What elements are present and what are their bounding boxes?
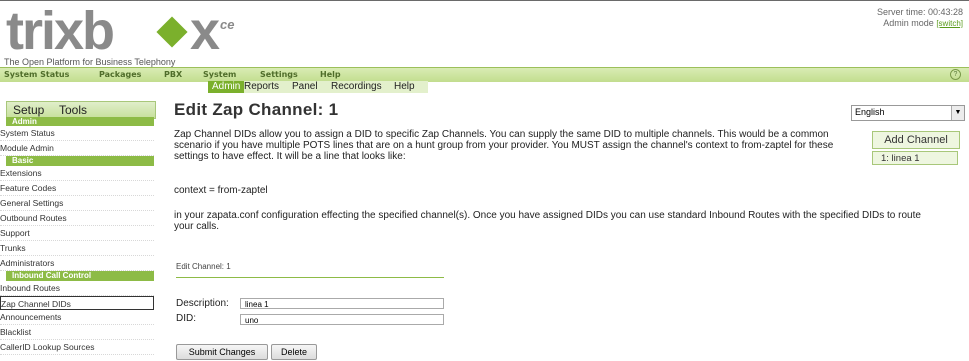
delete-button[interactable]: Delete [271, 344, 317, 360]
description-input[interactable]: linea 1 [240, 298, 444, 309]
top-nav: System Status Packages PBX System Settin… [0, 67, 969, 82]
sidebar-item-system-status[interactable]: System Status [0, 126, 154, 141]
sidebar-item-blacklist[interactable]: Blacklist [0, 325, 154, 340]
chevron-down-icon: ▼ [951, 106, 964, 120]
description-text-2: in your zapata.conf configuration effect… [174, 210, 921, 232]
tab-setup[interactable]: Setup [13, 103, 44, 117]
server-info: Server time: 00:43:28 Admin mode [switch… [877, 7, 963, 29]
tab-tools[interactable]: Tools [59, 103, 87, 117]
section-basic: Basic [6, 156, 154, 166]
sidebar-item-support[interactable]: Support [0, 226, 154, 241]
svg-text:x: x [190, 1, 220, 57]
tagline: The Open Platform for Business Telephony [4, 57, 176, 67]
sidebar-item-general-settings[interactable]: General Settings [0, 196, 154, 211]
sidebar-item-inbound-routes[interactable]: Inbound Routes [0, 281, 154, 296]
server-time: Server time: 00:43:28 [876, 7, 963, 17]
nav-packages[interactable]: Packages [99, 70, 141, 79]
sidebar-item-extensions[interactable]: Extensions [0, 166, 154, 181]
did-label: DID: [176, 313, 196, 324]
logo-suffix: ce [220, 17, 234, 32]
divider [176, 277, 444, 278]
sidebar-item-trunks[interactable]: Trunks [0, 241, 154, 256]
nav-pbx[interactable]: PBX [164, 70, 182, 79]
subnav-recordings[interactable]: Recordings [331, 81, 382, 93]
nav-system-status[interactable]: System Status [4, 70, 69, 79]
sidebar-item-callerid-lookup[interactable]: CallerID Lookup Sources [0, 340, 154, 355]
sidebar-item-module-admin[interactable]: Module Admin [0, 141, 154, 156]
sidebar: Admin System Status Module Admin Basic E… [0, 117, 155, 355]
svg-text:trixb: trixb [6, 1, 113, 57]
language-value: English [855, 107, 885, 117]
trixbox-logo: trixb x ce [6, 1, 234, 57]
subnav-reports[interactable]: Reports [244, 81, 279, 93]
add-channel-button[interactable]: Add Channel [872, 131, 960, 149]
sidebar-item-feature-codes[interactable]: Feature Codes [0, 181, 154, 196]
nav-system[interactable]: System [203, 70, 236, 79]
edit-channel-label: Edit Channel: 1 [176, 262, 231, 271]
sidebar-item-outbound-routes[interactable]: Outbound Routes [0, 211, 154, 226]
channel-list-item[interactable]: 1: linea 1 [872, 151, 958, 165]
context-line: context = from-zaptel [174, 185, 268, 196]
page-title: Edit Zap Channel: 1 [174, 100, 339, 119]
sidebar-item-administrators[interactable]: Administrators [0, 256, 154, 271]
subnav-help[interactable]: Help [394, 81, 415, 93]
nav-settings[interactable]: Settings [260, 70, 298, 79]
sub-nav: Admin Reports Panel Recordings Help [208, 81, 428, 93]
help-icon[interactable]: ? [950, 69, 961, 80]
sidebar-item-announcements[interactable]: Announcements [0, 310, 154, 325]
language-select[interactable]: English ▼ [851, 105, 965, 121]
section-inbound: Inbound Call Control [6, 271, 154, 281]
admin-mode: Admin mode [883, 18, 934, 28]
did-input[interactable]: uno [240, 314, 444, 325]
section-admin: Admin [6, 117, 154, 126]
subnav-panel[interactable]: Panel [292, 81, 318, 93]
header: trixb x ce The Open Platform for Busines… [0, 0, 969, 68]
switch-link[interactable]: [switch] [936, 19, 963, 28]
nav-help[interactable]: Help [320, 70, 341, 79]
subnav-admin[interactable]: Admin [208, 81, 245, 93]
submit-changes-button[interactable]: Submit Changes [176, 344, 268, 360]
description-text: Zap Channel DIDs allow you to assign a D… [174, 129, 834, 162]
sidebar-item-zap-channel-dids[interactable]: Zap Channel DIDs [0, 296, 154, 310]
description-label: Description: [176, 298, 229, 309]
